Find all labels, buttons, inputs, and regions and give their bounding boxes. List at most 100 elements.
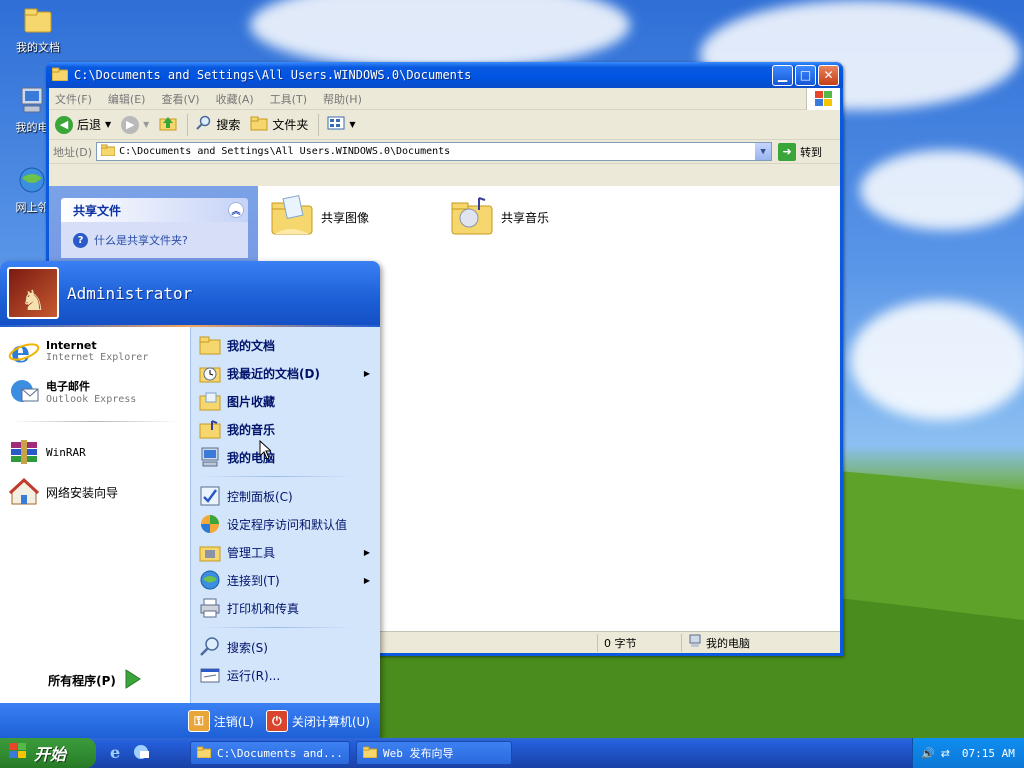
- menu-item-control-panel[interactable]: 控制面板(C): [191, 482, 380, 510]
- key-icon: ⚿: [187, 710, 210, 732]
- folders-button[interactable]: 文件夹: [250, 115, 308, 134]
- window-titlebar[interactable]: C:\Documents and Settings\All Users.WIND…: [46, 62, 843, 88]
- menu-item-my-pictures[interactable]: 图片收藏: [191, 387, 380, 415]
- pinned-subtitle: Outlook Express: [46, 393, 137, 405]
- window-title: C:\Documents and Settings\All Users.WIND…: [74, 68, 472, 82]
- minimize-button[interactable]: ▁: [772, 64, 793, 86]
- admin-tools-icon: [199, 541, 221, 563]
- menu-item-my-computer[interactable]: 我的电脑: [191, 443, 380, 471]
- my-computer-icon: [688, 634, 702, 651]
- menu-item-my-music[interactable]: 我的音乐: [191, 415, 380, 443]
- green-arrow-icon: [124, 668, 142, 693]
- task-panel-shared: 共享文件 ︽ ? 什么是共享文件夹?: [61, 198, 248, 258]
- menu-favorites[interactable]: 收藏(A): [216, 91, 254, 107]
- task-label: Web 发布向导: [383, 747, 454, 760]
- shutdown-button[interactable]: ⏻ 关闭计算机(U): [265, 710, 370, 732]
- menu-view[interactable]: 查看(V): [161, 91, 199, 107]
- menu-file[interactable]: 文件(F): [55, 91, 92, 107]
- chevron-down-icon: ▼: [143, 120, 150, 129]
- logoff-button[interactable]: ⚿ 注销(L): [187, 710, 254, 732]
- shutdown-label: 关闭计算机(U): [291, 714, 370, 729]
- user-name: Administrator: [67, 283, 193, 303]
- internet-explorer-icon: e: [8, 335, 40, 370]
- start-menu-left: e Internet Internet Explorer 电子邮件 Outlook …: [0, 327, 190, 703]
- network-status-icon[interactable]: ⇄: [941, 747, 950, 760]
- menu-item-run[interactable]: 运行(R)...: [191, 661, 380, 689]
- connect-to-icon: [199, 569, 221, 591]
- submenu-arrow-icon: ▶: [363, 368, 370, 378]
- recent-item-winrar[interactable]: WinRAR: [0, 432, 190, 472]
- menu-item-admin-tools[interactable]: 管理工具 ▶: [191, 538, 380, 566]
- file-item-shared-music[interactable]: 共享音乐: [449, 194, 569, 241]
- folders-label: 文件夹: [272, 118, 309, 132]
- windows-logo-icon: [8, 742, 28, 764]
- my-music-icon: [199, 418, 221, 440]
- menu-item-label: 我的文档: [227, 338, 276, 353]
- logoff-label: 注销(L): [213, 714, 254, 729]
- file-item-shared-pictures[interactable]: 共享图像: [269, 194, 389, 241]
- internet-explorer-icon[interactable]: e: [108, 743, 126, 764]
- outlook-express-icon[interactable]: [132, 743, 150, 764]
- menu-bar: 文件(F) 编辑(E) 查看(V) 收藏(A) 工具(T) 帮助(H): [49, 87, 840, 110]
- chevron-down-icon: ▼: [105, 120, 112, 129]
- up-folder-button[interactable]: [159, 115, 177, 134]
- recent-title: 网络安装向导: [46, 485, 119, 500]
- back-arrow-icon: ◀: [55, 115, 73, 134]
- menu-edit[interactable]: 编辑(E): [108, 91, 146, 107]
- task-panel-header[interactable]: 共享文件 ︽: [61, 198, 248, 222]
- help-link[interactable]: 什么是共享文件夹?: [94, 232, 188, 248]
- up-folder-icon: [159, 115, 177, 134]
- menu-item-connect-to[interactable]: 连接到(T) ▶: [191, 566, 380, 594]
- menu-item-my-documents[interactable]: 我的文档: [191, 331, 380, 359]
- volume-icon[interactable]: 🔊: [921, 747, 935, 760]
- run-icon: [199, 664, 221, 686]
- close-button[interactable]: ✕: [818, 64, 839, 86]
- start-button[interactable]: 开始: [0, 738, 96, 768]
- left-divider: [10, 421, 180, 422]
- forward-button[interactable]: ▶ ▼: [121, 115, 150, 134]
- pinned-item-email[interactable]: 电子邮件 Outlook Express: [0, 371, 190, 411]
- right-divider: [197, 476, 356, 477]
- address-bar: 地址(D) C:\Documents and Settings\All User…: [49, 140, 840, 164]
- menu-item-label: 连接到(T): [227, 573, 280, 588]
- address-label: 地址(D): [53, 145, 93, 159]
- network-icon: [16, 164, 48, 196]
- recent-title: WinRAR: [46, 445, 86, 459]
- file-item-label: 共享图像: [321, 211, 370, 225]
- system-tray: 🔊 ⇄ 07:15 AM: [912, 738, 1024, 768]
- menu-tools[interactable]: 工具(T): [270, 91, 307, 107]
- maximize-icon: □: [799, 68, 812, 82]
- address-field[interactable]: C:\Documents and Settings\All Users.WIND…: [96, 142, 773, 161]
- maximize-button[interactable]: □: [795, 64, 816, 86]
- taskbar-task-explorer[interactable]: C:\Documents and...: [190, 741, 350, 765]
- clock[interactable]: 07:15 AM: [962, 747, 1015, 760]
- menu-item-label: 控制面板(C): [227, 489, 293, 504]
- menu-item-search[interactable]: 搜索(S): [191, 633, 380, 661]
- all-programs-button[interactable]: 所有程序(P): [0, 668, 190, 693]
- folder-icon: [196, 746, 212, 761]
- desktop-icon-my-documents[interactable]: 我的文档: [6, 4, 70, 55]
- pinned-item-internet[interactable]: e Internet Internet Explorer: [0, 331, 190, 371]
- back-button[interactable]: ◀ 后退 ▼: [55, 115, 112, 134]
- search-button[interactable]: 搜索: [196, 115, 240, 134]
- collapse-icon[interactable]: ︽: [228, 202, 244, 218]
- menu-item-program-defaults[interactable]: 设定程序访问和默认值: [191, 510, 380, 538]
- chevron-down-icon[interactable]: ▼: [755, 143, 772, 160]
- start-menu-right: 我的文档 我最近的文档(D) ▶ 图片收藏 我的音乐 我的电脑 控制面板(C) …: [190, 327, 380, 703]
- taskbar-task-web-publish[interactable]: Web 发布向导: [356, 741, 512, 765]
- folder-icon: [100, 144, 116, 159]
- views-button[interactable]: ▼: [327, 116, 356, 133]
- avatar[interactable]: ♞: [7, 267, 59, 319]
- mouse-cursor-icon: [259, 440, 271, 460]
- pinned-title: Internet: [46, 339, 97, 352]
- my-pictures-icon: [199, 390, 221, 412]
- pinned-subtitle: Internet Explorer: [46, 352, 149, 363]
- recent-item-network-setup[interactable]: 网络安装向导: [0, 472, 190, 512]
- go-arrow-icon: ➜: [778, 142, 797, 161]
- menu-help[interactable]: 帮助(H): [323, 91, 362, 107]
- menu-item-recent-documents[interactable]: 我最近的文档(D) ▶: [191, 359, 380, 387]
- menu-item-printers[interactable]: 打印机和传真: [191, 594, 380, 622]
- my-computer-icon: [16, 84, 48, 116]
- go-button[interactable]: ➜ 转到: [778, 142, 822, 161]
- toolbar-separator: [187, 113, 189, 136]
